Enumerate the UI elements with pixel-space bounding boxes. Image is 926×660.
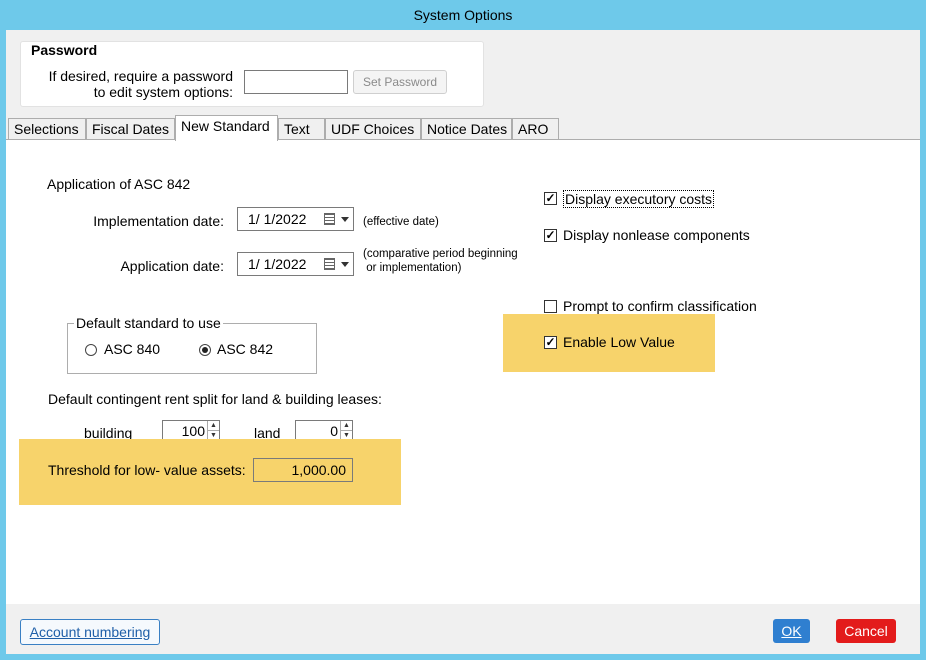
ok-button[interactable]: OK xyxy=(773,619,810,643)
window-title: System Options xyxy=(0,0,926,30)
calendar-icon xyxy=(324,213,335,225)
tab-aro[interactable]: ARO xyxy=(512,118,559,140)
display-nonlease-components-label: Display nonlease components xyxy=(563,227,750,243)
cancel-button[interactable]: Cancel xyxy=(836,619,896,643)
implementation-date-note: (effective date) xyxy=(363,216,439,228)
tab-udf-choices[interactable]: UDF Choices xyxy=(325,118,421,140)
set-password-button[interactable]: Set Password xyxy=(353,70,447,94)
chevron-down-icon xyxy=(341,262,349,267)
tab-new-standard[interactable]: New Standard xyxy=(175,115,278,141)
threshold-input[interactable]: 1,000.00 xyxy=(253,458,353,482)
dialog-footer: Account numbering OK Cancel xyxy=(6,604,920,654)
password-group-title: Password xyxy=(29,42,100,58)
radio-asc840-label: ASC 840 xyxy=(104,341,161,357)
radio-asc840[interactable] xyxy=(85,344,97,356)
password-label: If desired, require a password to edit s… xyxy=(35,68,233,100)
checkbox-display-executory-costs[interactable]: ✓ xyxy=(544,192,557,205)
tab-fiscal-dates[interactable]: Fiscal Dates xyxy=(86,118,175,140)
spin-up-icon[interactable]: ▲ xyxy=(208,421,219,431)
spinner-buttons: ▲ ▼ xyxy=(340,421,352,441)
calendar-icon xyxy=(324,258,335,270)
checkbox-display-nonlease-components[interactable]: ✓ xyxy=(544,229,557,242)
implementation-date-label: Implementation date: xyxy=(93,213,224,229)
land-value: 0 xyxy=(330,423,338,439)
display-executory-costs-label: Display executory costs xyxy=(563,190,715,208)
spin-up-icon[interactable]: ▲ xyxy=(341,421,352,431)
application-date-picker[interactable]: 1/ 1/2022 xyxy=(237,252,354,276)
default-standard-title: Default standard to use xyxy=(74,315,223,331)
chevron-down-icon xyxy=(341,217,349,222)
application-date-note-line1: (comparative period beginning xyxy=(363,248,518,260)
tab-notice-dates[interactable]: Notice Dates xyxy=(421,118,512,140)
account-numbering-button[interactable]: Account numbering xyxy=(20,619,160,645)
default-standard-group: Default standard to use ASC 840 ASC 842 xyxy=(67,315,317,374)
section-label-asc842: Application of ASC 842 xyxy=(47,176,191,192)
application-date-label: Application date: xyxy=(120,258,224,274)
prompt-confirm-classification-label: Prompt to confirm classification xyxy=(563,298,757,314)
checkbox-enable-low-value[interactable]: ✓ xyxy=(544,336,557,349)
system-options-dialog: Password If desired, require a password … xyxy=(6,30,920,654)
password-group: Password If desired, require a password … xyxy=(20,41,484,107)
password-input[interactable] xyxy=(244,70,348,94)
building-value: 100 xyxy=(181,423,205,439)
application-date-note-line2: or implementation) xyxy=(363,262,462,274)
spinner-buttons: ▲ ▼ xyxy=(207,421,219,441)
implementation-date-value: 1/ 1/2022 xyxy=(248,211,307,227)
application-date-note: (comparative period beginning or impleme… xyxy=(363,247,518,275)
tab-text[interactable]: Text xyxy=(278,118,325,140)
threshold-label: Threshold for low- value assets: xyxy=(48,462,246,478)
new-standard-panel: Application of ASC 842 Implementation da… xyxy=(6,139,920,604)
radio-asc842[interactable] xyxy=(199,344,211,356)
password-label-line2: to edit system options: xyxy=(93,84,233,100)
implementation-date-picker[interactable]: 1/ 1/2022 xyxy=(237,207,354,231)
contingent-split-label: Default contingent rent split for land &… xyxy=(48,391,382,407)
password-label-line1: If desired, require a password xyxy=(48,68,233,84)
enable-low-value-label: Enable Low Value xyxy=(563,334,675,350)
checkbox-prompt-confirm-classification[interactable] xyxy=(544,300,557,313)
application-date-value: 1/ 1/2022 xyxy=(248,256,307,272)
radio-asc842-label: ASC 842 xyxy=(217,341,274,357)
tab-selections[interactable]: Selections xyxy=(8,118,86,140)
